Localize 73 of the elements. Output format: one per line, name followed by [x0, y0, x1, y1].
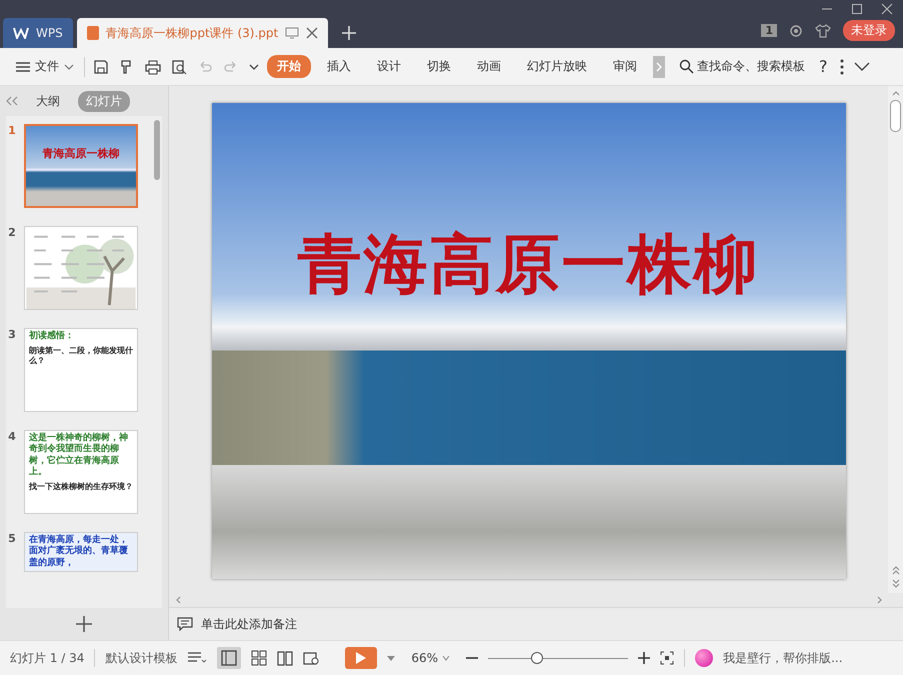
- slide-counter: 幻灯片 1 / 34: [10, 650, 84, 666]
- grid-view-icon[interactable]: [251, 650, 268, 666]
- document-tab[interactable]: WPS: [3, 18, 73, 48]
- slide-number: 1: [7, 124, 17, 139]
- play-slideshow-button[interactable]: [345, 647, 378, 669]
- print-icon[interactable]: [145, 58, 161, 74]
- slide-thumbnail[interactable]: 这是一株神奇的柳树，神奇到令我望而生畏的柳树，它伫立在青海高原上。 找一下这株柳树的生存环境？: [24, 430, 138, 514]
- comment-icon: [177, 617, 193, 631]
- slide-text: 在青海高原，每走一处，面对广袤无垠的、青草覆盖的原野，: [29, 535, 129, 569]
- zoom-dropdown[interactable]: 66%: [405, 650, 456, 666]
- presentation-file-icon: [86, 26, 99, 40]
- normal-view-icon[interactable]: [217, 647, 242, 669]
- zoom-in-icon[interactable]: [638, 652, 650, 664]
- file-menu-button[interactable]: 文件: [12, 55, 78, 78]
- template-name[interactable]: 默认设计模板: [105, 650, 178, 666]
- assistant-text[interactable]: 我是壁行，帮你排版...: [723, 650, 843, 666]
- shirt-icon[interactable]: [815, 24, 831, 38]
- panel-tab[interactable]: 大纲: [28, 90, 68, 112]
- notes-toggle-icon[interactable]: [187, 651, 208, 665]
- slide-text: 找一下这株柳树的生存环境？: [29, 482, 133, 492]
- caret-icon: [64, 64, 74, 70]
- play-icon: [355, 651, 368, 665]
- slide-text: 这是一株神奇的柳树，神奇到令我望而生畏的柳树，它伫立在青海高原上。: [29, 433, 129, 478]
- scroll-right-icon[interactable]: [877, 596, 883, 604]
- window-count-badge[interactable]: 1: [761, 24, 777, 37]
- caret-icon: [442, 656, 450, 660]
- slide-title: 青海高原一株柳: [42, 146, 120, 161]
- presenter-icon[interactable]: [303, 650, 320, 666]
- save-icon[interactable]: [93, 58, 109, 74]
- slide-number: 3: [7, 328, 17, 343]
- print-preview-icon[interactable]: [171, 58, 187, 74]
- slide-text: 初读感悟：: [29, 331, 75, 342]
- monitor-icon[interactable]: [285, 27, 300, 39]
- command-search-button[interactable]: 查找命令、搜索模板: [675, 55, 809, 78]
- next-slide-icon[interactable]: [892, 579, 900, 589]
- ribbon-tab[interactable]: 设计: [367, 55, 411, 78]
- ribbon-tab[interactable]: 幻灯片放映: [517, 55, 597, 78]
- scrollbar-thumb[interactable]: [890, 100, 901, 132]
- ribbon-tab[interactable]: 插入: [317, 55, 361, 78]
- scrollbar-thumb[interactable]: [154, 120, 160, 180]
- ribbon-tab[interactable]: 切换: [417, 55, 461, 78]
- tab-label: 青海高原一株柳ppt课件 (3).ppt: [106, 24, 278, 42]
- help-button[interactable]: ?: [815, 54, 832, 79]
- more-options-icon[interactable]: [840, 58, 844, 74]
- slide-thumbnail[interactable]: 初读感悟： 朗读第一、二段，你能发现什么？: [24, 328, 138, 412]
- fit-window-icon[interactable]: [660, 651, 674, 665]
- search-icon: [679, 59, 694, 74]
- previous-slide-icon[interactable]: [892, 565, 900, 575]
- assistant-icon[interactable]: [695, 649, 714, 667]
- scroll-up-icon[interactable]: [892, 90, 900, 96]
- book-icon[interactable]: [277, 650, 294, 666]
- collapse-ribbon-icon[interactable]: [854, 62, 870, 72]
- menu-icon: [16, 60, 30, 72]
- tab-label: WPS: [36, 26, 63, 40]
- sync-icon[interactable]: [789, 24, 803, 38]
- plus-icon: [76, 616, 92, 632]
- notes-placeholder[interactable]: 单击此处添加备注: [201, 616, 297, 632]
- slide-number: 2: [7, 226, 17, 241]
- ribbon-tab[interactable]: 动画: [467, 55, 511, 78]
- slide-thumbnail[interactable]: 在青海高原，每走一处，面对广袤无垠的、青草覆盖的原野，: [24, 532, 138, 572]
- close-icon[interactable]: [881, 3, 893, 15]
- close-icon[interactable]: [306, 27, 318, 39]
- new-tab-icon[interactable]: [342, 26, 356, 40]
- slide-number: 4: [7, 430, 17, 445]
- maximize-icon[interactable]: [851, 3, 863, 15]
- dropdown-icon[interactable]: [249, 62, 259, 70]
- slide-number: 5: [7, 532, 17, 547]
- scroll-left-icon[interactable]: [175, 596, 181, 604]
- ribbon-tab[interactable]: 审阅: [603, 55, 647, 78]
- collapse-panel-icon[interactable]: [6, 96, 18, 106]
- login-button[interactable]: 未登录: [843, 20, 895, 41]
- slide-text: 朗读第一、二段，你能发现什么？: [29, 346, 133, 366]
- wps-logo-icon: [13, 27, 29, 39]
